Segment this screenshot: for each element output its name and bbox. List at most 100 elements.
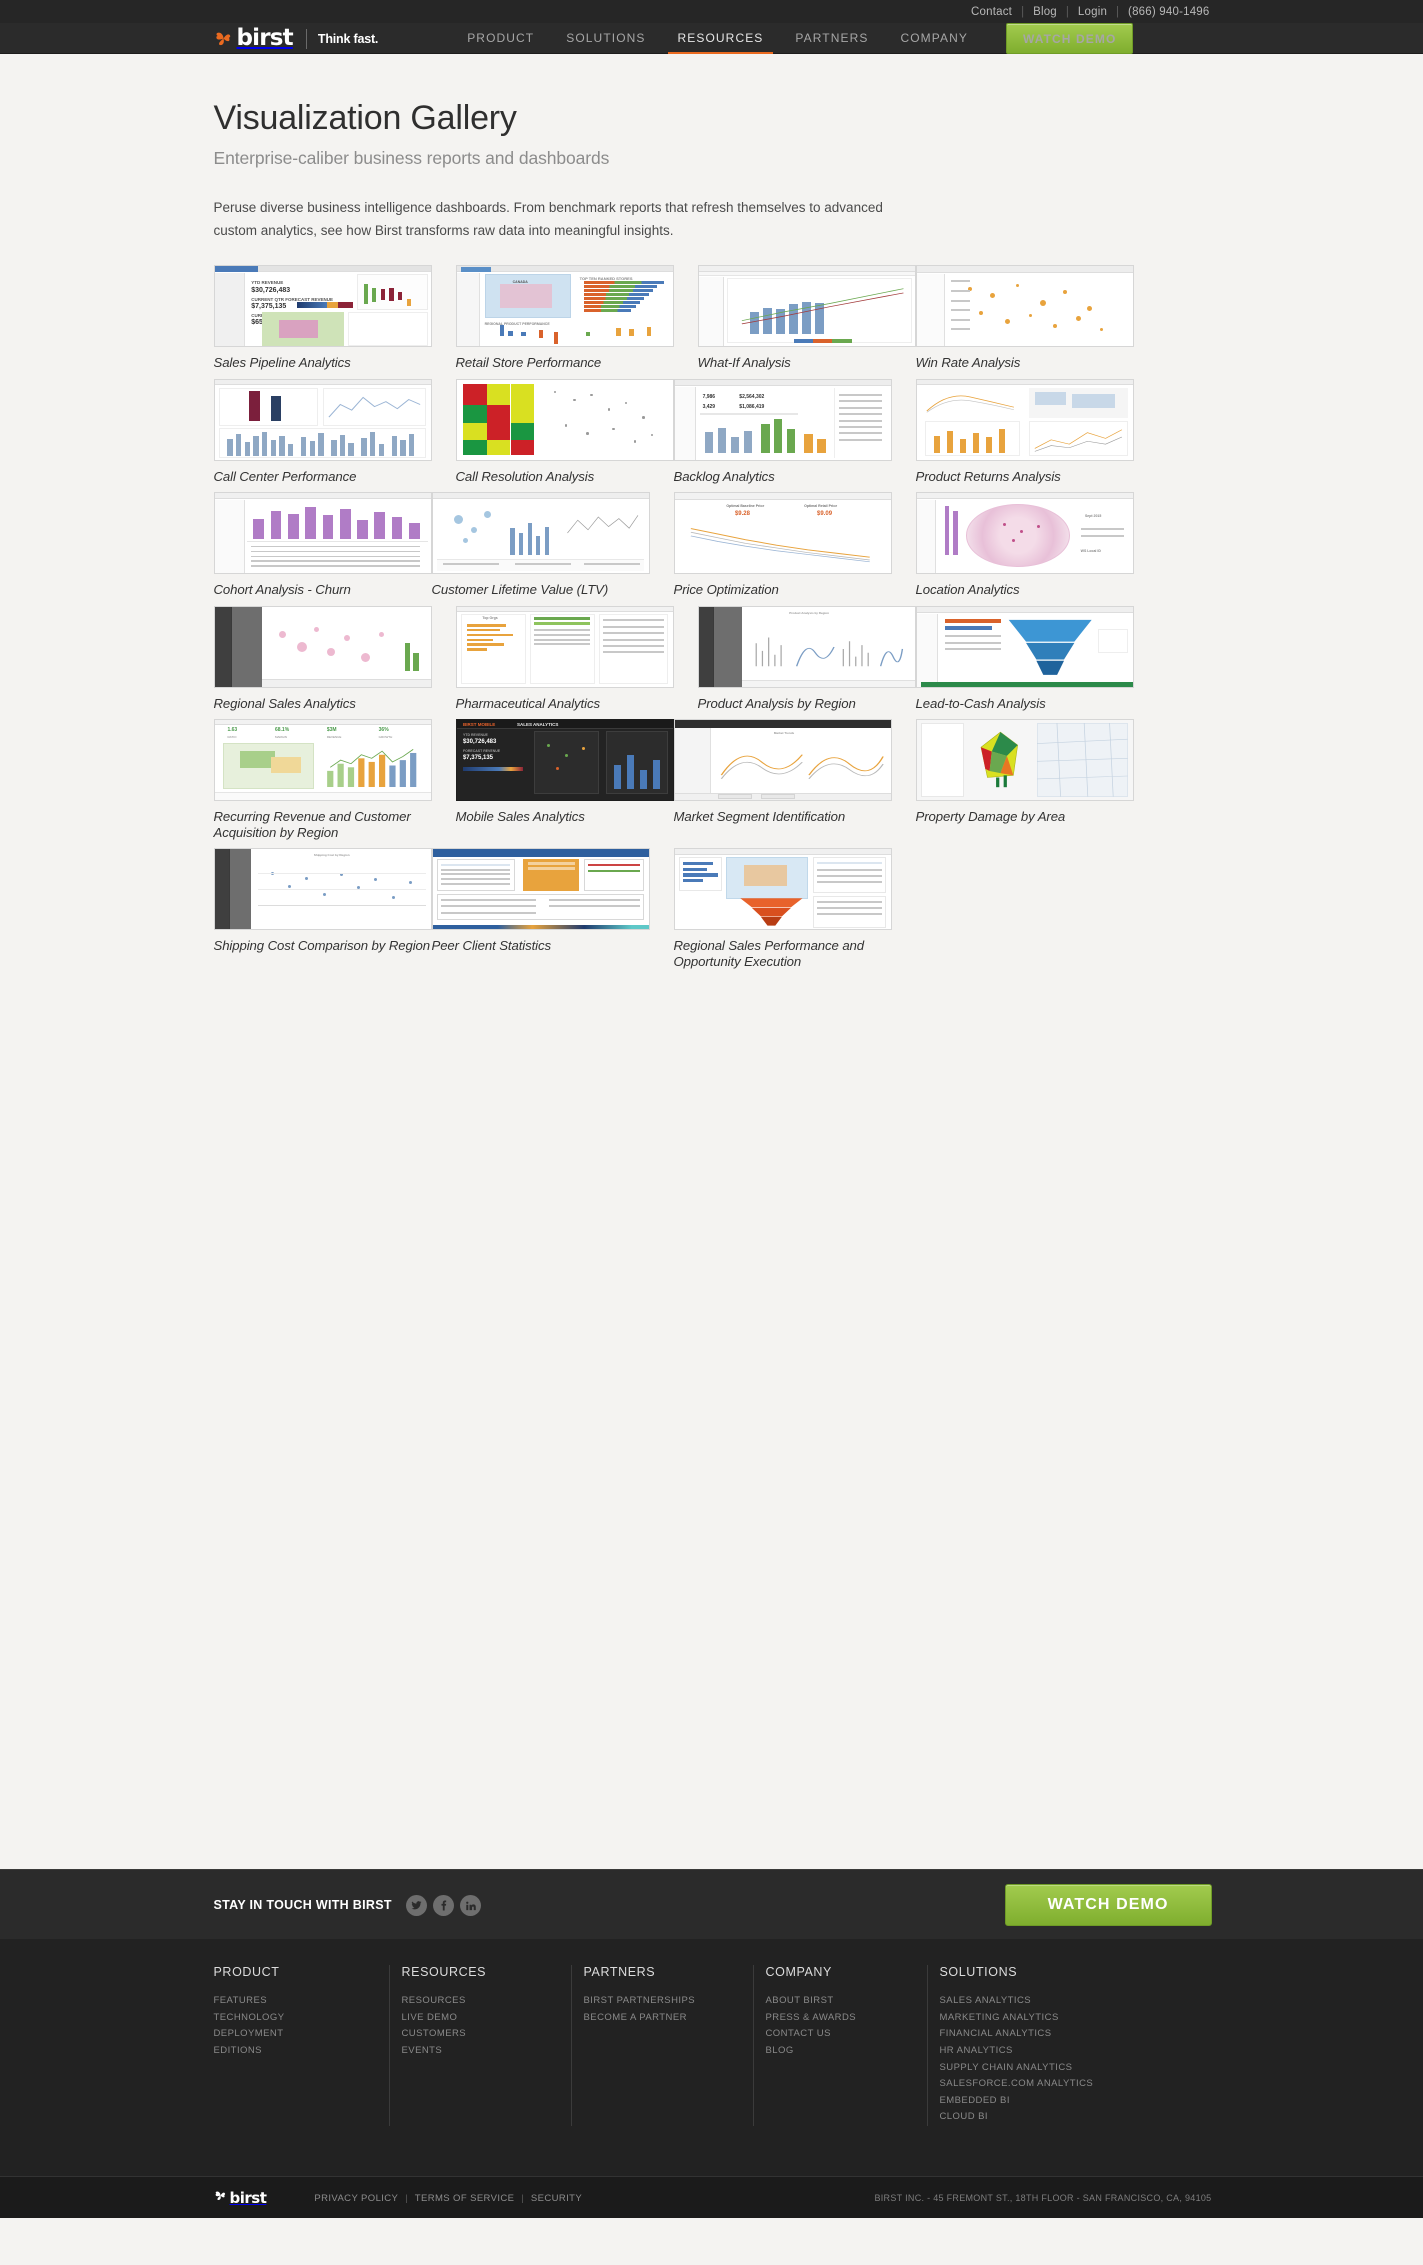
thumbnail-graphic-green-kpi-map: 1.63 68.1% $3M 36% RATIO MARGIN REVENUE … (214, 720, 431, 801)
privacy-policy-link[interactable]: PRIVACY POLICY (314, 2193, 398, 2204)
footer-link[interactable]: EDITIONS (214, 2043, 389, 2060)
terms-of-service-link[interactable]: TERMS OF SERVICE (415, 2193, 515, 2204)
gallery-caption: Regional Sales Performance and Opportuni… (673, 938, 865, 969)
security-link[interactable]: SECURITY (531, 2193, 582, 2204)
footer-column-partners: PARTNERS BIRST PARTNERSHIPS BECOME A PAR… (570, 1965, 753, 2126)
gallery-tile[interactable]: Shipping Cost by Region Shipping Cost Co… (213, 848, 432, 969)
thumbnail-graphic-line-decline: Optimal Baseline Price $9.28 Optimal Ret… (674, 493, 891, 573)
gallery-tile[interactable]: Cohort Analysis - Churn (213, 492, 432, 598)
nav-item-product[interactable]: PRODUCT (451, 23, 550, 54)
footer-heading: RESOURCES (401, 1965, 487, 1979)
birst-footer-wordmark: birst (229, 2189, 267, 2207)
company-address: BIRST INC. - 45 FREMONT ST., 18TH FLOOR … (874, 2193, 1212, 2203)
footer-link[interactable]: CONTACT US (766, 2026, 927, 2043)
gallery-caption: Win Rate Analysis (915, 354, 1021, 370)
primary-nav: PRODUCT SOLUTIONS RESOURCES PARTNERS COM… (451, 23, 1134, 54)
footer-link[interactable]: FEATURES (214, 1993, 389, 2010)
gallery-tile[interactable]: Lead-to-Cash Analysis (915, 605, 1134, 712)
gallery-tile[interactable]: Customer Lifetime Value (LTV) (431, 492, 650, 598)
gallery-tile[interactable]: Peer Client Statistics (431, 848, 650, 969)
gallery-tile[interactable]: Product Analysis by Region Product Analy… (697, 605, 916, 712)
gallery-tile[interactable]: Top Orgs Pharmaceutical Analytics (455, 605, 674, 712)
footer-link[interactable]: ABOUT BIRST (766, 1993, 927, 2010)
gallery-tile[interactable]: 7,986 $2,564,302 3,429 $1,086,419 Backlo… (673, 378, 892, 485)
topbar-phone: (866) 940-1496 (1128, 5, 1210, 18)
thumbnail-graphic-orange-table: Top Orgs (456, 606, 673, 687)
twitter-icon[interactable] (405, 1894, 427, 1916)
gallery-caption: Peer Client Statistics (431, 938, 552, 954)
footer-link[interactable]: SUPPLY CHAIN ANALYTICS (940, 2060, 1212, 2077)
gallery-tile[interactable]: YTD REVENUE $30,726,483 CURRENT QTR FORE… (213, 264, 432, 371)
nav-item-company[interactable]: COMPANY (884, 23, 983, 54)
gallery-thumbnail: Optimal Baseline Price $9.28 Optimal Ret… (673, 492, 892, 575)
gallery-tile[interactable]: Sept 2015 WS Local ID Location Analytics (915, 492, 1134, 598)
footer-link[interactable]: HR ANALYTICS (940, 2043, 1212, 2060)
gallery-tile[interactable]: Property Damage by Area (915, 719, 1134, 840)
gallery-tile[interactable]: Market Trends Market Segment Identificat… (673, 719, 892, 840)
footer-link[interactable]: CLOUD BI (940, 2109, 1212, 2126)
gallery-thumbnail (915, 378, 1134, 461)
birst-wordmark: birst (236, 25, 294, 51)
watch-demo-nav-button[interactable]: WATCH DEMO (1005, 23, 1134, 54)
thumbnail-graphic-map-funnel (674, 849, 891, 929)
footer-link[interactable]: PRESS & AWARDS (766, 2010, 927, 2027)
nav-item-solutions[interactable]: SOLUTIONS (550, 23, 661, 54)
gallery-tile[interactable]: Optimal Baseline Price $9.28 Optimal Ret… (673, 492, 892, 598)
gallery-tile[interactable]: 1.63 68.1% $3M 36% RATIO MARGIN REVENUE … (213, 719, 432, 840)
footer-link[interactable]: SALESFORCE.COM ANALYTICS (940, 2076, 1212, 2093)
watch-demo-footer-button[interactable]: WATCH DEMO (1004, 1884, 1212, 1926)
gallery-tile[interactable]: Regional Sales Performance and Opportuni… (673, 848, 892, 969)
footer-heading: PARTNERS (583, 1965, 656, 1979)
gallery-thumbnail: 7,986 $2,564,302 3,429 $1,086,419 (673, 378, 892, 461)
thumbnail-graphic-kpi-map: YTD REVENUE $30,726,483 CURRENT QTR FORE… (214, 265, 431, 346)
topbar-separator: | (1021, 5, 1025, 18)
footer-link[interactable]: TECHNOLOGY (214, 2010, 389, 2027)
footer-legal-links: PRIVACY POLICY | TERMS OF SERVICE | SECU… (314, 2193, 582, 2204)
page-intro-text: Peruse diverse business intelligence das… (213, 200, 883, 238)
birst-logo[interactable]: birst (212, 23, 294, 54)
topbar-separator: | (1065, 5, 1069, 18)
gallery-caption: Shipping Cost Comparison by Region (213, 938, 431, 954)
footer-link[interactable]: SALES ANALYTICS (940, 1993, 1212, 2010)
gallery-tile[interactable]: BIRST MOBILE SALES ANALYTICS YTD REVENUE… (455, 719, 674, 840)
footer-link[interactable]: RESOURCES (402, 1993, 571, 2010)
topbar-link-blog[interactable]: Blog (1033, 6, 1057, 18)
thumbnail-graphic-lines-map (916, 379, 1133, 460)
footer-link[interactable]: BECOME A PARTNER (584, 2010, 753, 2027)
gallery-caption: Regional Sales Analytics (213, 695, 356, 711)
footer-link[interactable]: CUSTOMERS (402, 2026, 571, 2043)
footer-link[interactable]: FINANCIAL ANALYTICS (940, 2026, 1212, 2043)
thumbnail-graphic-table-report (432, 849, 649, 930)
footer-links-section: PRODUCT FEATURES TECHNOLOGY DEPLOYMENT E… (0, 1939, 1423, 2176)
gallery-tile[interactable]: Win Rate Analysis (915, 264, 1134, 371)
gallery-tile[interactable]: What-If Analysis (697, 264, 916, 371)
footer-link[interactable]: LIVE DEMO (402, 2010, 571, 2027)
footer-link[interactable]: MARKETING ANALYTICS (940, 2010, 1212, 2027)
gallery-tile[interactable]: Product Returns Analysis (915, 378, 1134, 485)
footer-link[interactable]: DEPLOYMENT (214, 2026, 389, 2043)
thumbnail-graphic-heatmap (457, 380, 673, 460)
footer-link[interactable]: BLOG (766, 2043, 927, 2060)
gallery-tile[interactable]: Call Resolution Analysis (455, 378, 674, 485)
gallery-tile[interactable]: CANADA TOP TEN RANKED STORES REGIONAL PR… (455, 264, 674, 371)
footer-link[interactable]: EMBEDDED BI (940, 2093, 1212, 2110)
nav-item-partners[interactable]: PARTNERS (779, 23, 884, 54)
footer-link[interactable]: EVENTS (402, 2043, 571, 2060)
gallery-tile[interactable]: Regional Sales Analytics (213, 605, 432, 712)
gallery-thumbnail (915, 605, 1134, 688)
nav-item-resources[interactable]: RESOURCES (662, 23, 780, 54)
topbar-link-login[interactable]: Login (1078, 6, 1107, 18)
birst-footer-logo[interactable]: birst (212, 2189, 267, 2207)
gallery-tile[interactable]: Call Center Performance (213, 378, 432, 485)
visualization-gallery-grid: YTD REVENUE $30,726,483 CURRENT QTR FORE… (212, 264, 1212, 978)
footer-link[interactable]: BIRST PARTNERSHIPS (584, 1993, 753, 2010)
gallery-caption: Location Analytics (915, 582, 1020, 598)
facebook-icon[interactable] (432, 1894, 454, 1916)
linkedin-icon[interactable] (459, 1894, 481, 1916)
topbar-link-contact[interactable]: Contact (971, 6, 1012, 18)
footer-column-product: PRODUCT FEATURES TECHNOLOGY DEPLOYMENT E… (212, 1965, 389, 2126)
gallery-caption: Product Returns Analysis (915, 468, 1061, 484)
thumbnail-graphic-3d-map (916, 720, 1133, 801)
gallery-caption: Retail Store Performance (455, 354, 602, 370)
gallery-caption: Recurring Revenue and Customer Acquisiti… (213, 809, 411, 840)
